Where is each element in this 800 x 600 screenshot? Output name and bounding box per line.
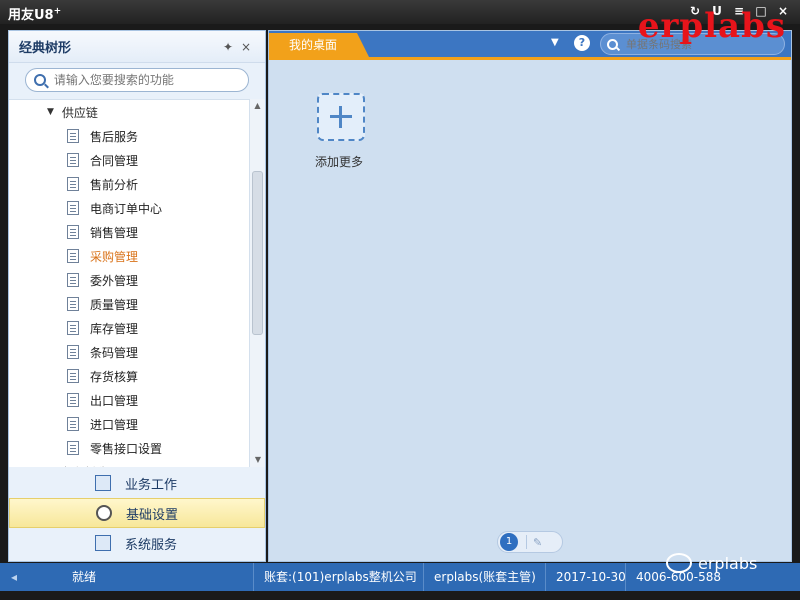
user-info: erplabs(账套主管) [423,563,545,591]
tree-item[interactable]: 采购管理 [9,244,249,268]
module-1[interactable]: 基础设置 [9,498,265,528]
pager-divider [526,535,527,549]
document-icon [67,441,79,455]
tree-item[interactable]: 电商订单中心 [9,196,249,220]
tree-parent-manufacturing[interactable]: ▸生产制造 [9,460,249,468]
tree-item[interactable]: 条码管理 [9,340,249,364]
account-info: 账套:(101)erplabs整机公司 [253,563,423,591]
scroll-thumb[interactable] [252,171,263,335]
tree-item-label: 库存管理 [90,321,139,336]
panel-title: 经典树形 [19,41,72,56]
tree-item-label: 采购管理 [90,249,139,264]
tree-item-label: 进口管理 [90,417,139,432]
watermark-wechat-label: erplabs [698,553,758,573]
tree-item[interactable]: 库存管理 [9,316,249,340]
tree-item[interactable]: 售后服务 [9,124,249,148]
bottom-strip [0,591,800,600]
add-more-label: 添加更多 [315,155,364,169]
tree-item[interactable]: 出口管理 [9,388,249,412]
tree-item-label: 出口管理 [90,393,139,408]
watermark-wechat: erplabs [666,553,757,573]
function-search-input[interactable] [53,73,240,87]
caret-down-icon[interactable]: ▼ [47,107,54,117]
document-icon [67,369,79,383]
page-1-button[interactable]: 1 [500,533,518,551]
wrench-icon[interactable]: ✎ [533,536,542,549]
module-list: 业务工作基础设置系统服务 [9,468,265,558]
document-icon [67,129,79,143]
document-icon [67,321,79,335]
tree-item-label: 零售接口设置 [90,441,163,456]
tab-dropdown-icon[interactable]: ▼ [551,37,559,48]
module-0[interactable]: 业务工作 [9,468,265,498]
tree-item[interactable]: 委外管理 [9,268,249,292]
tree-item[interactable]: 销售管理 [9,220,249,244]
tree-item[interactable]: 进口管理 [9,412,249,436]
left-panel-header: 经典树形 ✦ × [9,31,265,63]
worksheet-icon [95,475,111,491]
document-icon [67,177,79,191]
module-2[interactable]: 系统服务 [9,528,265,558]
document-icon [67,297,79,311]
tab-underline [269,57,791,60]
service-icon [95,535,111,551]
document-icon [67,225,79,239]
tab-my-desktop[interactable]: 我的桌面 [269,33,369,57]
function-tree: ▼ 供应链 售后服务合同管理售前分析电商订单中心 销售管理采购管理委外管理质量管理… [9,99,249,467]
tree-parent-label: 生产制造 [60,464,108,468]
tree-item-label: 委外管理 [90,273,139,288]
module-label: 业务工作 [125,477,178,493]
document-icon [67,273,79,287]
gear-icon [96,505,112,521]
document-icon [67,153,79,167]
add-more-button[interactable] [317,93,365,141]
document-icon [67,201,79,215]
tree-scrollbar[interactable]: ▲ ▼ [249,99,265,467]
document-icon [67,393,79,407]
tree-item-label: 售前分析 [90,177,139,192]
wechat-icon [666,553,692,573]
tree-item-label: 条码管理 [90,345,139,360]
tree-item-label: 存货核算 [90,369,139,384]
panel-close-icon[interactable]: × [237,40,255,54]
app-logo: 用友U8+ [8,6,62,23]
tree-item[interactable]: 售前分析 [9,172,249,196]
login-date: 2017-10-30 [545,563,626,591]
tree-item[interactable]: 质量管理 [9,292,249,316]
desktop-pager: 1 ✎ [497,531,563,553]
tree-item[interactable]: 零售接口设置 [9,436,249,460]
tree-item-label: 质量管理 [90,297,139,312]
tree-item-label: 销售管理 [90,225,139,240]
scroll-down-icon[interactable]: ▼ [250,453,266,467]
tree-item[interactable]: 存货核算 [9,364,249,388]
pin-icon[interactable]: ✦ [219,40,237,54]
document-icon [67,417,79,431]
watermark-logo: erplabs [637,6,786,46]
search-icon [607,38,618,50]
left-panel: 经典树形 ✦ × ▼ 供应链 售后服务合同管理售前分析电商订单中心销售管理采购管… [8,30,266,562]
module-label: 系统服务 [125,537,178,553]
function-search[interactable] [25,68,249,92]
tree-item[interactable]: 合同管理 [9,148,249,172]
collapse-left-icon[interactable]: ◂ [0,570,28,584]
search-icon [34,74,46,86]
tree-parent-label: 供应链 [61,105,98,120]
document-icon [67,345,79,359]
status-text: 就绪 [72,570,97,584]
document-icon [67,249,79,263]
module-label: 基础设置 [126,507,179,523]
tree-item-label: 合同管理 [90,153,139,168]
search-wrap [9,63,265,97]
tree-item-label: 电商订单中心 [90,201,163,216]
right-panel: 我的桌面 ▼ ? 添加更多 1 ✎ [268,30,792,562]
tree-item-label: 售后服务 [90,129,139,144]
help-icon[interactable]: ? [574,35,590,51]
tree-parent-supply-chain[interactable]: ▼ 供应链 [9,100,249,124]
scroll-up-icon[interactable]: ▲ [250,99,265,113]
